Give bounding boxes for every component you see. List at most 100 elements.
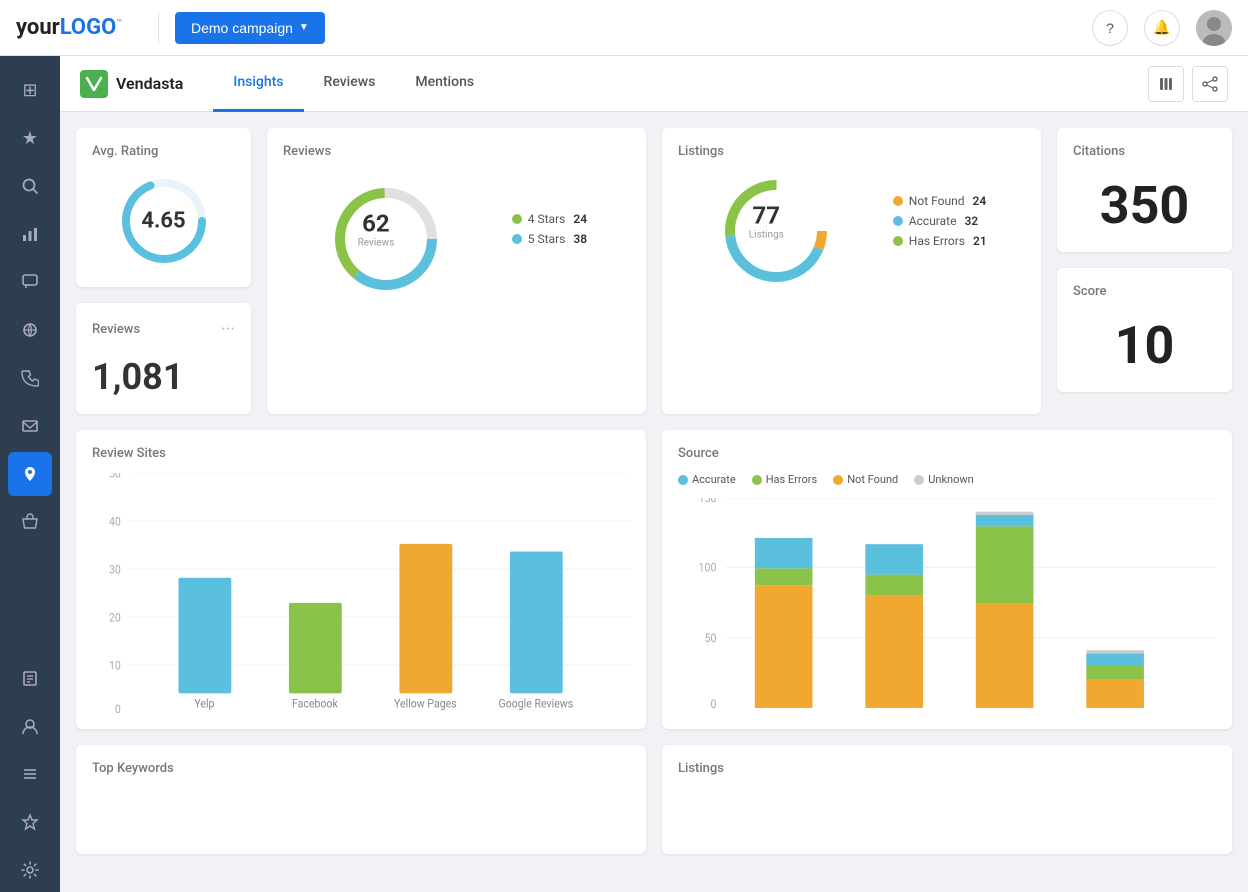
review-sites-card: Review Sites 50 40 30 20 10 bbox=[76, 430, 646, 729]
sub-header: Vendasta Insights Reviews Mentions bbox=[60, 56, 1248, 112]
svg-text:10: 10 bbox=[109, 659, 121, 673]
nav-right: ? 🔔 bbox=[1092, 10, 1232, 46]
source-card: Source Accurate Has Errors Not Found bbox=[662, 430, 1232, 729]
sidebar-item-location[interactable] bbox=[8, 452, 52, 496]
demo-campaign-button[interactable]: Demo campaign ▼ bbox=[175, 12, 325, 44]
reviews-chart-card: Reviews 62 Reviews bbox=[267, 128, 646, 414]
legend-4stars-dot bbox=[512, 214, 522, 224]
main-wrapper: Vendasta Insights Reviews Mentions bbox=[60, 56, 1248, 870]
legend-not-found: Not Found 24 bbox=[893, 194, 987, 208]
brand-name: Vendasta bbox=[116, 74, 183, 93]
citations-value: 350 bbox=[1073, 175, 1216, 236]
reviews-more-button[interactable]: ··· bbox=[221, 319, 235, 340]
tab-insights[interactable]: Insights bbox=[213, 56, 303, 112]
source-legend-notfound: Not Found bbox=[833, 473, 898, 486]
reviews-count-title: Reviews bbox=[92, 322, 140, 337]
svg-text:Yelp: Yelp bbox=[194, 697, 214, 711]
sidebar-item-monitor[interactable] bbox=[8, 308, 52, 352]
reviews-count-value: 1,081 bbox=[92, 356, 235, 398]
tab-mentions[interactable]: Mentions bbox=[395, 56, 494, 112]
listings-donut: 77 Listings bbox=[716, 171, 816, 271]
top-nav: yourLOGO™ Demo campaign ▼ ? 🔔 bbox=[0, 0, 1248, 56]
legend-not-found-dot bbox=[893, 196, 903, 206]
sidebar-item-email[interactable] bbox=[8, 404, 52, 448]
review-sites-title: Review Sites bbox=[92, 446, 630, 461]
help-button[interactable]: ? bbox=[1092, 10, 1128, 46]
listings-total: 77 Listings bbox=[749, 202, 784, 241]
sidebar-item-search[interactable] bbox=[8, 164, 52, 208]
sidebar-item-home[interactable]: ⊞ bbox=[8, 68, 52, 112]
avg-rating-title: Avg. Rating bbox=[92, 144, 235, 159]
review-sites-chart: 50 40 30 20 10 0 Yelp Facebook bbox=[92, 473, 630, 713]
tabs: Insights Reviews Mentions bbox=[213, 56, 494, 112]
brand-icon bbox=[80, 70, 108, 98]
listings-legend: Not Found 24 Accurate 32 Has Errors 21 bbox=[893, 194, 987, 248]
svg-text:150: 150 bbox=[699, 498, 717, 505]
avg-rating-donut-container: 4.65 bbox=[92, 171, 235, 271]
listings-title: Listings bbox=[678, 144, 1025, 159]
legend-has-errors-dot bbox=[893, 236, 903, 246]
svg-text:20: 20 bbox=[109, 611, 121, 625]
sidebar-item-plugins[interactable] bbox=[8, 800, 52, 844]
legend-5stars: 5 Stars 38 bbox=[512, 232, 587, 246]
left-sidebar: ⊞ ★ bbox=[0, 56, 60, 892]
reviews-chart-title: Reviews bbox=[283, 144, 630, 159]
reviews-chart-content: 62 Reviews 4 Stars 24 5 Stars bbox=[283, 171, 630, 287]
notifications-button[interactable]: 🔔 bbox=[1144, 10, 1180, 46]
svg-text:50: 50 bbox=[705, 631, 717, 645]
sidebar-item-list[interactable] bbox=[8, 752, 52, 796]
svg-text:Google Reviews: Google Reviews bbox=[499, 697, 574, 711]
sidebar-item-shop[interactable] bbox=[8, 500, 52, 544]
avg-rating-value: 4.65 bbox=[141, 209, 185, 234]
sidebar-item-clipboard[interactable] bbox=[8, 656, 52, 700]
sidebar-item-phone[interactable] bbox=[8, 356, 52, 400]
source-legend: Accurate Has Errors Not Found Unknown bbox=[678, 473, 1216, 486]
avatar[interactable] bbox=[1196, 10, 1232, 46]
notfound-dot bbox=[833, 475, 843, 485]
brand-logo: Vendasta bbox=[80, 70, 183, 98]
svg-text:0: 0 bbox=[710, 698, 716, 708]
svg-text:50: 50 bbox=[109, 473, 121, 481]
tab-reviews[interactable]: Reviews bbox=[304, 56, 396, 112]
avg-rating-donut: 4.65 bbox=[114, 171, 214, 271]
score-card: Score 10 bbox=[1057, 268, 1232, 392]
sidebar-item-comments[interactable] bbox=[8, 260, 52, 304]
reviews-count-card: Reviews ··· 1,081 bbox=[76, 303, 251, 414]
score-title: Score bbox=[1073, 284, 1216, 299]
legend-accurate: Accurate 32 bbox=[893, 214, 987, 228]
sidebar-item-reports[interactable] bbox=[8, 212, 52, 256]
dashboard: Avg. Rating 4.65 Reviews ··· 1,081 bbox=[60, 112, 1248, 870]
citations-title: Citations bbox=[1073, 144, 1216, 159]
share-button[interactable] bbox=[1192, 66, 1228, 102]
top-keywords-title: Top Keywords bbox=[92, 761, 630, 776]
unknown-dot bbox=[914, 475, 924, 485]
source-legend-unknown: Unknown bbox=[914, 473, 973, 486]
sidebar-item-star[interactable]: ★ bbox=[8, 116, 52, 160]
listings-bottom-card: Listings bbox=[662, 745, 1232, 854]
source-title: Source bbox=[678, 446, 1216, 461]
errors-dot bbox=[752, 475, 762, 485]
row2: Review Sites 50 40 30 20 10 bbox=[76, 430, 1232, 729]
svg-text:Facebook: Facebook bbox=[292, 697, 338, 711]
top-keywords-card: Top Keywords bbox=[76, 745, 646, 854]
svg-text:40: 40 bbox=[109, 515, 121, 529]
sub-header-right bbox=[1148, 66, 1228, 102]
listings-bottom-title: Listings bbox=[678, 761, 1216, 776]
sidebar-item-settings[interactable] bbox=[8, 848, 52, 892]
listings-bottom-content bbox=[678, 788, 1216, 838]
columns-button[interactable] bbox=[1148, 66, 1184, 102]
left-col-stack: Avg. Rating 4.65 Reviews ··· 1,081 bbox=[76, 128, 251, 414]
reviews-count-header: Reviews ··· bbox=[92, 319, 235, 340]
svg-text:Yellow Pages: Yellow Pages bbox=[394, 697, 457, 711]
legend-has-errors: Has Errors 21 bbox=[893, 234, 987, 248]
score-value: 10 bbox=[1073, 315, 1216, 376]
legend-accurate-dot bbox=[893, 216, 903, 226]
sidebar-item-user[interactable] bbox=[8, 704, 52, 748]
svg-text:30: 30 bbox=[109, 563, 121, 577]
listings-content: 77 Listings Not Found 24 Accurate bbox=[678, 171, 1025, 271]
source-chart: 150 100 50 0 Search Engines bbox=[678, 498, 1216, 708]
legend-5stars-dot bbox=[512, 234, 522, 244]
source-legend-accurate: Accurate bbox=[678, 473, 736, 486]
source-legend-errors: Has Errors bbox=[752, 473, 818, 486]
svg-text:100: 100 bbox=[699, 561, 717, 575]
